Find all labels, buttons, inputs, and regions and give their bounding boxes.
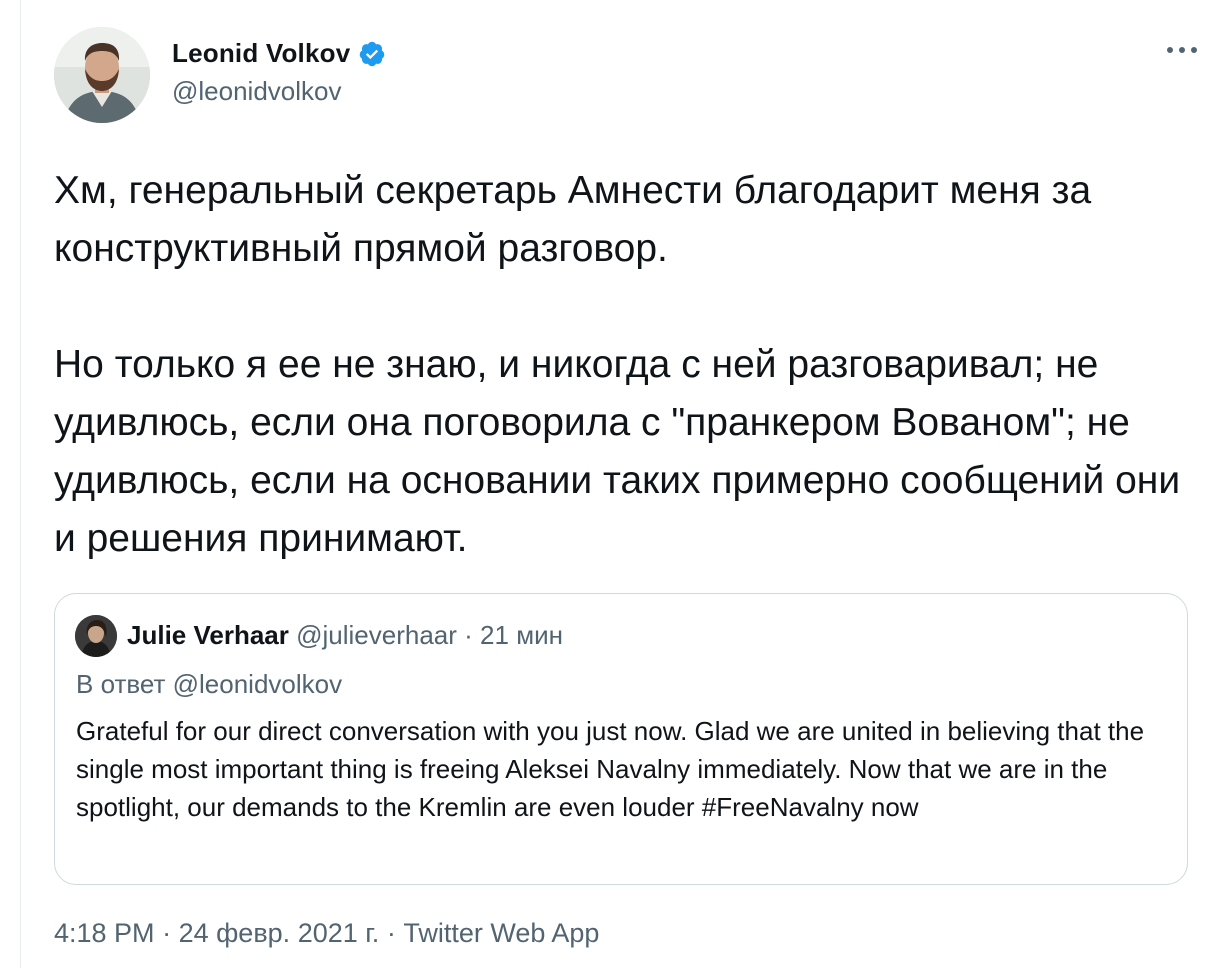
tweet-date[interactable]: 24 февр. 2021 г. — [179, 918, 380, 948]
author-handle[interactable]: @leonidvolkov — [172, 76, 341, 107]
author-name[interactable]: Leonid Volkov — [172, 38, 350, 69]
more-options-button[interactable] — [1164, 36, 1200, 64]
quote-text: Grateful for our direct conversation wit… — [76, 716, 1145, 822]
quote-separator: · — [456, 620, 481, 650]
author-avatar[interactable] — [54, 27, 150, 123]
quote-time[interactable]: 21 мин — [480, 620, 563, 650]
tweet-text: Хм, генеральный секретарь Амнести благод… — [54, 169, 1181, 560]
timestamp-separator-2: · — [379, 918, 404, 948]
quote-header: Julie Verhaar @julieverhaar · 21 мин — [127, 620, 563, 651]
quote-author-avatar[interactable] — [75, 615, 117, 657]
timestamp-separator: · — [154, 918, 179, 948]
tweet-time[interactable]: 4:18 PM — [54, 918, 155, 948]
quote-author-handle[interactable]: @julieverhaar — [296, 620, 457, 650]
quote-author-name[interactable]: Julie Verhaar — [127, 620, 289, 650]
tweet-card: Leonid Volkov @leonidvolkov Хм, генераль… — [20, 0, 1222, 968]
verified-badge-icon — [358, 40, 386, 68]
tweet-timestamp-row: 4:18 PM · 24 февр. 2021 г. · Twitter Web… — [54, 918, 599, 949]
quoted-tweet[interactable]: Julie Verhaar @julieverhaar · 21 мин В о… — [54, 593, 1188, 885]
quote-reply-to: В ответ @leonidvolkov — [76, 669, 343, 699]
tweet-source[interactable]: Twitter Web App — [403, 918, 599, 948]
more-horizontal-icon — [1166, 41, 1198, 59]
author-name-row: Leonid Volkov — [172, 38, 386, 69]
